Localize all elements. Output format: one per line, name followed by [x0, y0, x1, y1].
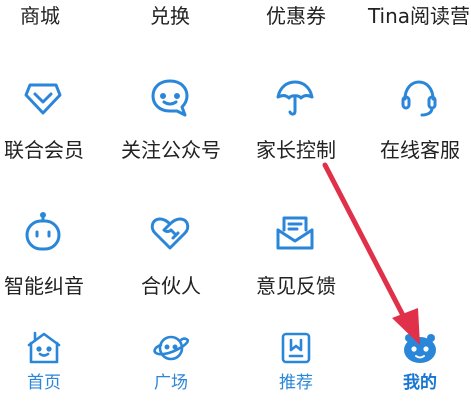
exchange-label: 兑换 — [150, 4, 190, 28]
heart-handshake-icon — [147, 210, 193, 256]
online-service-label: 在线客服 — [380, 138, 460, 162]
pronunciation-label: 智能纠音 — [4, 274, 84, 298]
joint-member-label: 联合会员 — [4, 138, 84, 162]
diamond-check-icon — [20, 75, 66, 121]
reading-camp-label: Tina阅读营 — [367, 4, 471, 28]
feedback-label: 意见反馈 — [256, 274, 336, 298]
bookmark-icon — [277, 329, 315, 367]
follow-official-label: 关注公众号 — [121, 138, 221, 162]
robot-face-icon — [20, 210, 66, 256]
home-icon — [25, 329, 63, 367]
nav-recommend-label: 推荐 — [279, 373, 313, 393]
headset-icon — [396, 75, 442, 121]
mascot-face-icon — [401, 329, 439, 367]
umbrella-icon — [272, 75, 318, 121]
mall-label: 商城 — [20, 4, 60, 28]
nav-home-label: 首页 — [27, 373, 61, 393]
parental-control-label: 家长控制 — [256, 138, 336, 162]
mail-letter-icon — [272, 210, 318, 256]
nav-mine-label: 我的 — [403, 373, 437, 393]
chat-bubble-icon — [147, 75, 193, 121]
planet-icon — [152, 329, 190, 367]
partner-label: 合伙人 — [141, 274, 201, 298]
coupon-label: 优惠券 — [266, 4, 326, 28]
nav-plaza-label: 广场 — [154, 373, 188, 393]
